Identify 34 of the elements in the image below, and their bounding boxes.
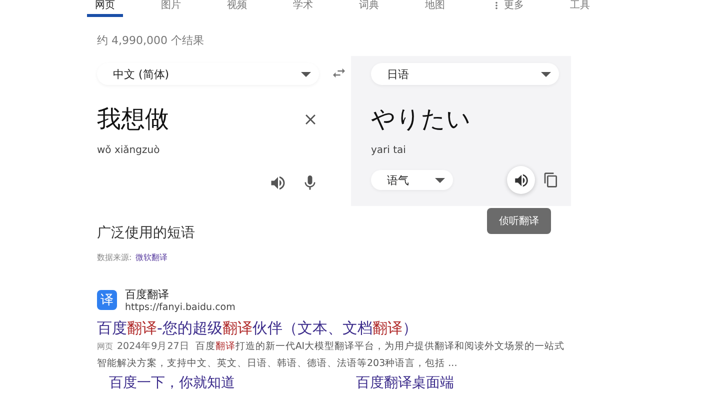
source-label: 数据来源: <box>97 252 132 263</box>
result-title-link[interactable]: 百度翻译-您的超级翻译伙伴（文本、文档翻译） <box>97 319 617 338</box>
copy-icon[interactable] <box>543 172 559 188</box>
source-text: 我想做 <box>97 104 169 135</box>
target-romanization: yari tai <box>371 145 407 156</box>
site-name: 百度翻译 <box>125 287 170 302</box>
caret-icon <box>541 72 551 76</box>
search-tab[interactable]: 图片 <box>153 0 189 17</box>
search-tab[interactable]: 词典 <box>351 0 387 17</box>
tone-select[interactable]: 语气 <box>371 170 453 190</box>
search-tab[interactable]: 地图 <box>417 0 453 17</box>
sitelink[interactable]: 百度翻译桌面端 <box>356 374 603 392</box>
search-tab[interactable]: 学术 <box>285 0 321 17</box>
tooltip: 侦听翻译 <box>487 208 551 234</box>
section-heading: 广泛使用的短语 <box>97 224 196 242</box>
speaker-button[interactable] <box>507 166 535 194</box>
site-favicon: 译 <box>97 290 117 310</box>
search-tab[interactable]: 更多 <box>483 0 532 17</box>
source-pinyin: wǒ xiǎngzuò <box>97 145 161 156</box>
source-language-select[interactable]: 中文 (简体) <box>97 63 319 85</box>
site-url: https://fanyi.baidu.com <box>125 302 236 313</box>
speaker-icon <box>512 172 530 188</box>
sitelink[interactable]: 百度一下，你就知道 <box>109 374 356 392</box>
result-count: 约 4,990,000 个结果 <box>97 33 205 48</box>
caret-icon <box>301 72 311 76</box>
speaker-icon[interactable] <box>269 174 287 192</box>
target-language-select[interactable]: 日语 <box>371 63 559 85</box>
search-tab[interactable]: 工具 <box>562 0 598 17</box>
search-tab[interactable]: 视频 <box>219 0 255 17</box>
result-snippet: 网页 2024年9月27日 百度翻译打造的新一代AI大模型翻译平台，为用户提供翻译和阅读外文场景的一站式智能解决方案，支持中文、英文、日语、韩语、德语、法语等203种语言，包括 ... <box>97 340 566 371</box>
source-link[interactable]: 微软翻译 <box>136 252 168 263</box>
target-text: やりたい <box>371 104 472 135</box>
caret-icon <box>435 178 445 182</box>
search-tab[interactable]: 网页 <box>87 0 123 17</box>
